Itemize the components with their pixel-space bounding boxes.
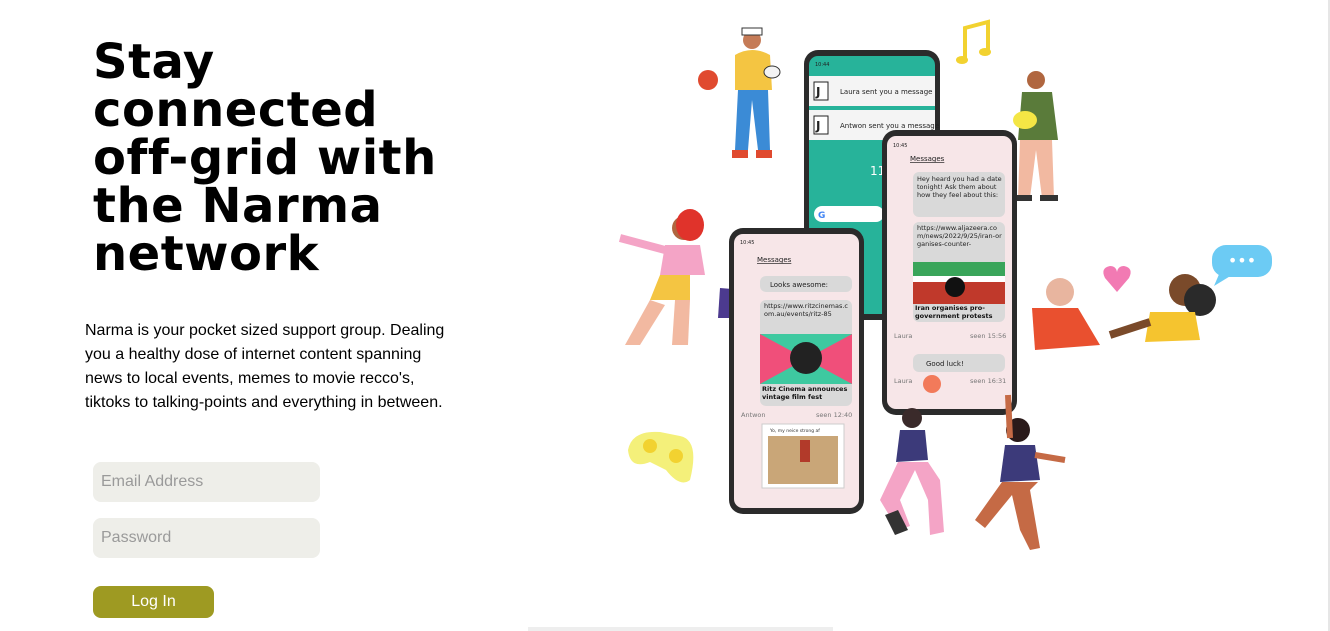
- link-title: Ritz Cinema announces vintage film fest: [762, 386, 848, 401]
- status-time: 10:45: [740, 240, 754, 246]
- couple-figures: [1032, 274, 1216, 350]
- messages-header: Messages: [910, 155, 945, 163]
- music-note-icon: [956, 19, 991, 64]
- phone-right: 10:45 Messages Hey heard you had a date …: [882, 130, 1017, 415]
- sender-name: Antwon: [741, 411, 766, 419]
- notification-text: Laura sent you a message: [840, 88, 932, 96]
- seen-time: seen 16:31: [970, 377, 1006, 385]
- heart-icon: [1103, 266, 1131, 292]
- sender-name: Laura: [894, 377, 912, 385]
- login-button[interactable]: Log In: [93, 586, 214, 618]
- footer-strip: [528, 627, 833, 631]
- hero-illustration: ••• 10:44 J Laura sent you a message J A…: [618, 19, 1272, 550]
- message-bubble: Hey heard you had a date tonight! Ask th…: [917, 175, 1002, 199]
- status-time: 10:45: [893, 143, 907, 149]
- seen-time: seen 12:40: [816, 411, 852, 419]
- intro-description: Narma is your pocket sized support group…: [85, 322, 445, 411]
- phone-left: 10:45 Messages Looks awesome: https://ww…: [729, 228, 864, 514]
- password-field[interactable]: [93, 518, 320, 558]
- link-bubble: https://www.ritzcinemas.com.au/events/ri…: [764, 302, 848, 318]
- notification-text: Antwon sent you a message: [840, 122, 939, 130]
- meme-caption: Yo, my neice strong af: [769, 428, 820, 434]
- notification-avatar: J: [815, 85, 820, 99]
- game-controller-icon: [628, 431, 694, 483]
- message-bubble: Looks awesome:: [770, 281, 828, 289]
- typing-dots: •••: [1228, 251, 1256, 270]
- person-with-lamp-figure: [1013, 71, 1058, 201]
- messages-header: Messages: [757, 256, 792, 264]
- chef-figure: [698, 27, 781, 158]
- link-bubble: https://www.aljazeera.com/news/2022/9/25…: [917, 224, 1002, 248]
- link-title: Iran organises pro-government protests: [915, 305, 993, 320]
- email-field[interactable]: [93, 462, 320, 502]
- google-g-icon: G: [818, 211, 825, 221]
- typing-bubble-icon: •••: [1212, 245, 1272, 286]
- status-time: 10:44: [815, 62, 829, 68]
- sender-name: Laura: [894, 332, 912, 340]
- seen-time: seen 15:56: [970, 332, 1006, 340]
- notification-avatar: J: [815, 119, 820, 133]
- message-bubble: Good luck!: [926, 360, 964, 368]
- page-headline: Stay connected off-grid with the Narma n…: [93, 34, 437, 282]
